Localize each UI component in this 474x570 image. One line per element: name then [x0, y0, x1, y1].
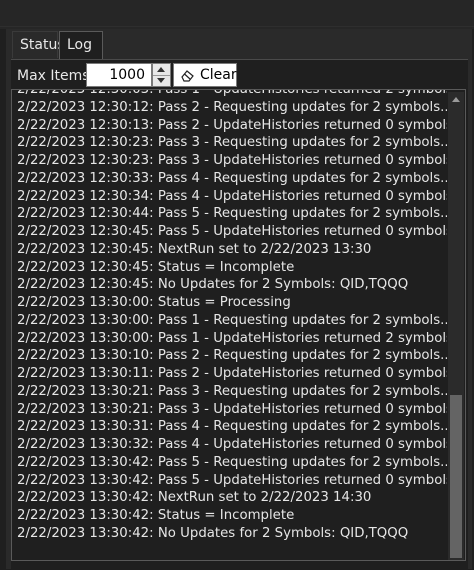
- log-entry: 2/22/2023 13:30:42: Status = Incomplete: [17, 508, 295, 523]
- max-items-spinner: [152, 63, 171, 87]
- log-list[interactable]: 2/22/2023 12:30:03: Pass 1 - UpdateHisto…: [11, 89, 466, 561]
- log-vertical-scrollbar[interactable]: [448, 92, 464, 560]
- log-entry: 2/22/2023 12:30:45: NextRun set to 2/22/…: [17, 241, 372, 257]
- window-top-bar: [0, 0, 474, 29]
- log-entry: 2/22/2023 13:30:21: Pass 3 - UpdateHisto…: [17, 401, 447, 417]
- log-entry: 2/22/2023 12:30:45: No Updates for 2 Sym…: [17, 277, 409, 293]
- log-entry: 2/22/2023 13:30:00: Pass 1 - UpdateHisto…: [17, 330, 447, 346]
- log-entry: 2/22/2023 13:30:00: Status = Processing: [17, 295, 291, 310]
- clear-button-label: Clear: [200, 67, 237, 83]
- log-entry: 2/22/2023 12:30:45: Pass 5 - UpdateHisto…: [17, 224, 447, 239]
- log-entry: 2/22/2023 12:30:03: Pass 1 - UpdateHisto…: [17, 89, 447, 97]
- log-entry: 2/22/2023 13:30:42: No Updates for 2 Sym…: [17, 525, 409, 541]
- log-entry: 2/22/2023 12:30:12: Pass 2 - Requesting …: [17, 99, 447, 115]
- log-entry: 2/22/2023 12:30:45: Status = Incomplete: [17, 259, 295, 275]
- log-entry: 2/22/2023 12:30:23: Pass 3 - UpdateHisto…: [17, 153, 447, 168]
- max-items-label: Max Items:: [17, 68, 95, 84]
- tab-log[interactable]: Log: [59, 31, 103, 60]
- log-entry: 2/22/2023 13:30:42: NextRun set to 2/22/…: [17, 490, 372, 506]
- log-entry: 2/22/2023 13:30:00: Pass 1 - Requesting …: [17, 312, 447, 328]
- log-entry: 2/22/2023 13:30:11: Pass 2 - UpdateHisto…: [17, 366, 447, 381]
- log-entry: 2/22/2023 12:30:13: Pass 2 - UpdateHisto…: [17, 117, 447, 133]
- eraser-icon: [181, 70, 194, 82]
- scroll-thumb[interactable]: [450, 395, 462, 558]
- log-entry: 2/22/2023 13:30:42: Pass 5 - UpdateHisto…: [17, 472, 447, 488]
- log-entry: 2/22/2023 13:30:21: Pass 3 - Requesting …: [17, 383, 447, 399]
- tab-strip: Status Log: [6, 31, 468, 60]
- log-entry: 2/22/2023 12:30:34: Pass 4 - UpdateHisto…: [17, 188, 447, 204]
- spin-down-button[interactable]: [153, 75, 170, 86]
- log-entry: 2/22/2023 12:30:23: Pass 3 - Requesting …: [17, 135, 447, 151]
- max-items-input[interactable]: 1000: [86, 63, 152, 87]
- log-entry: 2/22/2023 13:30:10: Pass 2 - Requesting …: [17, 348, 447, 364]
- clear-button[interactable]: Clear: [173, 63, 237, 87]
- log-entry: 2/22/2023 12:30:44: Pass 5 - Requesting …: [17, 206, 447, 222]
- tab-status[interactable]: Status: [12, 31, 65, 58]
- log-entry: 2/22/2023 13:30:42: Pass 5 - Requesting …: [17, 454, 447, 470]
- log-entry: 2/22/2023 13:30:32: Pass 4 - UpdateHisto…: [17, 437, 447, 452]
- scroll-up-arrow[interactable]: [448, 92, 464, 108]
- log-entry: 2/22/2023 13:30:31: Pass 4 - Requesting …: [17, 419, 447, 435]
- log-toolbar: Max Items: 1000 Clear: [11, 63, 468, 89]
- log-entry: 2/22/2023 12:30:33: Pass 4 - Requesting …: [17, 170, 447, 186]
